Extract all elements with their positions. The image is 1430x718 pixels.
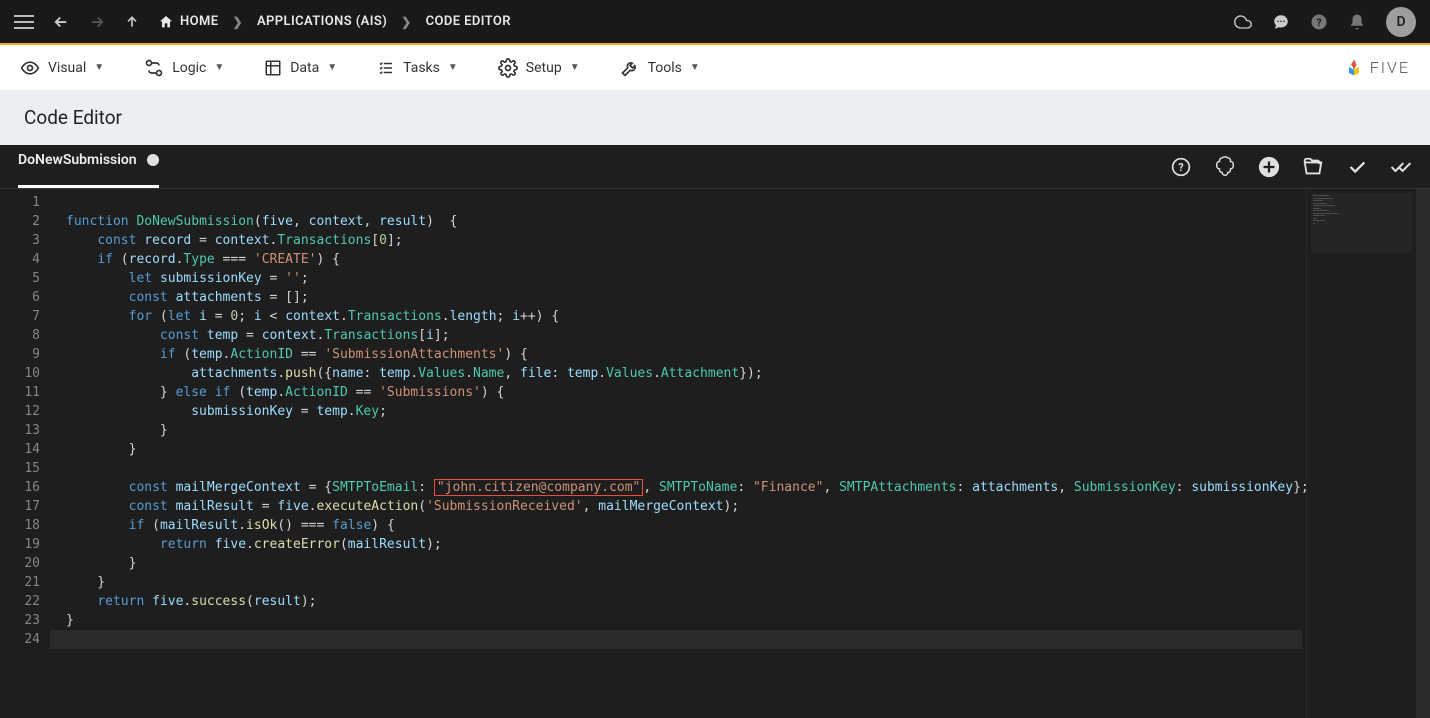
ai-icon[interactable] <box>1214 156 1236 178</box>
check-icon[interactable] <box>1346 156 1368 178</box>
brand-logo: FIVE <box>1344 58 1410 78</box>
scrollbar-vertical[interactable] <box>1416 189 1430 718</box>
menu-logic[interactable]: Logic▼ <box>144 58 224 78</box>
hint-icon[interactable]: ? <box>1170 156 1192 178</box>
editor-tab[interactable]: DoNewSubmission <box>18 144 159 188</box>
breadcrumb-code-editor[interactable]: CODE EDITOR <box>426 14 511 29</box>
editor-body: 123456789101112131415161718192021222324 … <box>0 189 1430 718</box>
menu-logic-label: Logic <box>172 60 206 76</box>
breadcrumb-home-label: HOME <box>180 14 218 29</box>
chevron-right-icon: ❯ <box>232 15 242 29</box>
open-folder-icon[interactable] <box>1302 156 1324 178</box>
back-button[interactable] <box>52 13 70 31</box>
forward-button <box>88 13 106 31</box>
brand-text: FIVE <box>1370 58 1410 77</box>
top-bar: HOME ❯ APPLICATIONS (AIS) ❯ CODE EDITOR … <box>0 0 1430 45</box>
menu-visual-label: Visual <box>48 60 86 76</box>
minimap[interactable]: ▬▬▬▬▬▬▬▬▬▬▬▬▬▬▬▬▬▬▬▬▬▬▬▬▬▬▬▬▬▬▬▬▬▬▬▬▬▬▬▬… <box>1306 189 1416 718</box>
chat-icon[interactable] <box>1272 13 1290 31</box>
minimap-thumb: ▬▬▬▬▬▬▬▬▬▬▬▬▬▬▬▬▬▬▬▬▬▬▬▬▬▬▬▬▬▬▬▬▬▬▬▬▬▬▬▬… <box>1311 193 1412 253</box>
chevron-right-icon: ❯ <box>401 15 411 29</box>
breadcrumb: HOME ❯ APPLICATIONS (AIS) ❯ CODE EDITOR <box>158 14 511 30</box>
breadcrumb-applications[interactable]: APPLICATIONS (AIS) <box>257 14 387 29</box>
up-button[interactable] <box>124 14 140 30</box>
bell-icon[interactable] <box>1348 13 1366 31</box>
editor-header: DoNewSubmission ? <box>0 145 1430 189</box>
svg-text:?: ? <box>1178 161 1183 174</box>
menu-setup[interactable]: Setup▼ <box>498 58 580 78</box>
menu-tools[interactable]: Tools▼ <box>620 58 700 78</box>
page-title: Code Editor <box>24 106 122 129</box>
check-all-icon[interactable] <box>1390 156 1412 178</box>
menu-tasks-label: Tasks <box>403 60 440 76</box>
hamburger-icon[interactable] <box>14 15 34 29</box>
tab-label: DoNewSubmission <box>18 152 137 168</box>
menu-data[interactable]: Data▼ <box>264 59 337 77</box>
menu-setup-label: Setup <box>526 60 562 76</box>
unsaved-dot-icon <box>147 154 159 166</box>
menu-tasks[interactable]: Tasks▼ <box>377 59 458 77</box>
menu-visual[interactable]: Visual▼ <box>20 58 104 78</box>
help-icon[interactable]: ? <box>1310 13 1328 31</box>
menu-tools-label: Tools <box>648 60 682 76</box>
breadcrumb-home[interactable]: HOME <box>158 14 218 30</box>
menu-bar: Visual▼ Logic▼ Data▼ Tasks▼ Setup▼ Tools… <box>0 45 1430 90</box>
menu-data-label: Data <box>290 60 319 76</box>
line-gutter: 123456789101112131415161718192021222324 <box>0 189 50 718</box>
avatar[interactable]: D <box>1386 7 1416 37</box>
cloud-icon[interactable] <box>1234 13 1252 31</box>
add-icon[interactable] <box>1258 156 1280 178</box>
title-bar: Code Editor <box>0 90 1430 145</box>
svg-text:?: ? <box>1316 15 1321 28</box>
